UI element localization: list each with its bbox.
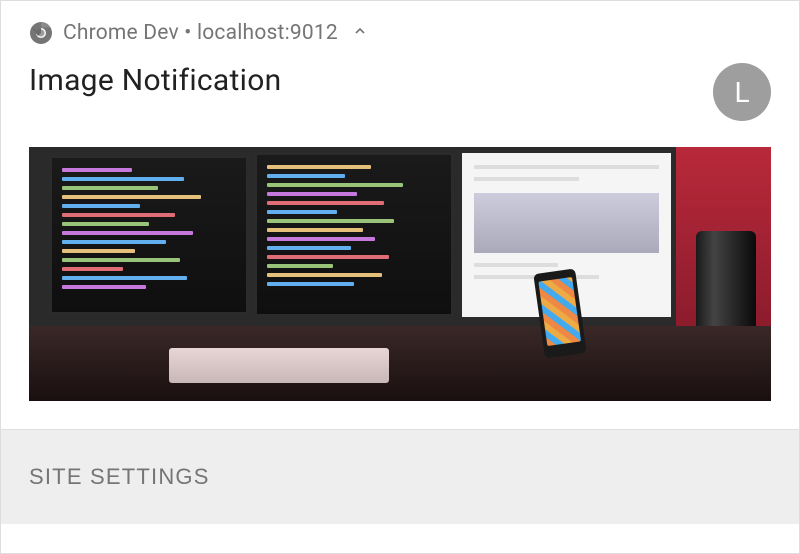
notification-source-text: Chrome Dev • localhost:9012 [63,21,338,45]
app-name: Chrome Dev [63,21,179,45]
notification-image-container [1,137,799,429]
avatar-letter: L [734,76,749,109]
notification-actions: SITE SETTINGS [1,429,799,524]
avatar: L [713,63,771,121]
chevron-up-icon[interactable] [352,23,368,44]
notification-card: Chrome Dev • localhost:9012 Image Notifi… [1,1,799,524]
notification-title-row: Image Notification L [1,55,799,137]
chrome-icon [29,21,53,45]
notification-header[interactable]: Chrome Dev • localhost:9012 [1,1,799,55]
origin: localhost:9012 [197,21,338,45]
site-settings-button[interactable]: SITE SETTINGS [29,464,210,490]
notification-image [29,147,771,401]
separator: • [179,21,197,45]
notification-title: Image Notification [29,63,282,98]
